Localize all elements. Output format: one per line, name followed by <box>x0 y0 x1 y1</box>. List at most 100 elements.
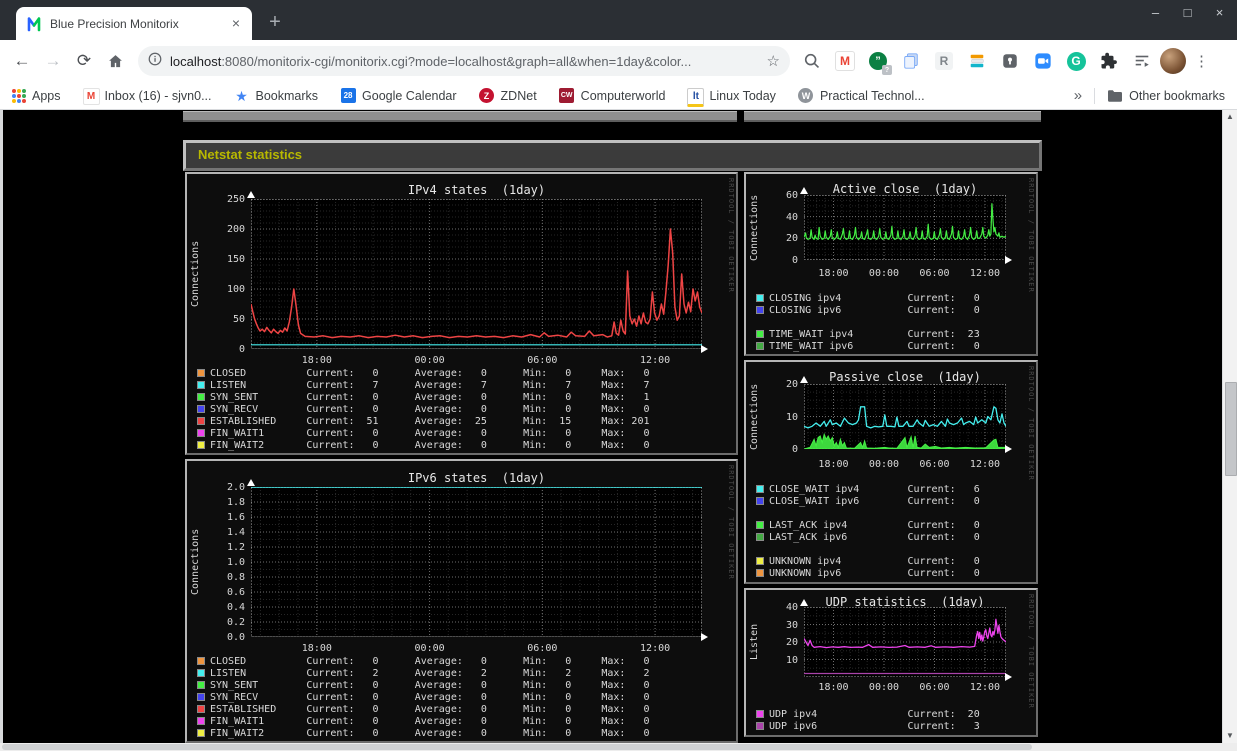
zoom-icon[interactable] <box>1031 49 1055 73</box>
legend-text: UNKNOWN ipv4 Current: 0 <box>769 555 980 567</box>
axis-arrow-up-icon <box>799 376 808 383</box>
bookmark-item-2[interactable]: ★ Bookmarks <box>234 88 319 104</box>
legend-row: LISTEN Current: 2 Average: 2 Min: 2 Max:… <box>197 667 730 679</box>
y-tick-label: 200 <box>226 224 245 235</box>
bookmark-label: ZDNet <box>500 88 537 103</box>
reload-icon[interactable]: ⟳ <box>70 47 98 75</box>
axis-arrow-right-icon <box>701 344 708 353</box>
hangouts-icon[interactable]: ”? <box>866 49 892 75</box>
other-bookmarks-button[interactable]: Other bookmarks <box>1107 88 1225 104</box>
puzzle-icon[interactable] <box>1097 49 1121 73</box>
window-close-icon[interactable]: × <box>1212 5 1227 20</box>
legend-row: CLOSE_WAIT ipv6 Current: 0 <box>756 495 1030 507</box>
legend-text: UDP ipv6 Current: 3 <box>769 720 980 732</box>
legend-swatch <box>756 497 764 505</box>
bookmark-label: Linux Today <box>709 88 776 103</box>
legend-text: CLOSING ipv4 Current: 0 <box>769 292 980 304</box>
y-tick-label: 250 <box>226 194 245 205</box>
vertical-scrollbar-thumb[interactable] <box>1225 382 1237 476</box>
y-tick-label: 0.0 <box>226 632 245 643</box>
legend-group: UNKNOWN ipv4 Current: 0 UNKNOWN ipv6 Curr… <box>756 555 1030 579</box>
legend-swatch <box>756 521 764 529</box>
password-icon[interactable] <box>998 49 1022 73</box>
x-tick-label: 12:00 <box>969 682 1001 693</box>
vertical-scrollbar[interactable]: ▲ ▼ <box>1222 110 1237 743</box>
tab-title: Blue Precision Monitorix <box>50 16 179 31</box>
legend-row: SYN_SENT Current: 0 Average: 0 Min: 0 Ma… <box>197 679 730 691</box>
copy-pages-icon[interactable] <box>899 49 923 73</box>
page-info-icon[interactable] <box>148 52 162 71</box>
bookmark-item-3[interactable]: 28 Google Calendar <box>340 88 457 104</box>
x-tick-label: 18:00 <box>301 355 332 366</box>
wordpress-icon: W <box>798 88 814 104</box>
chart-ipv6-states: IPv6 states (1day) Connections 0.0 0.2 0.4 0.… <box>187 461 736 741</box>
bookmark-item-5[interactable]: CW Computerworld <box>559 88 665 104</box>
back-icon[interactable]: ← <box>8 47 36 75</box>
legend-row: SYN_SENT Current: 0 Average: 0 Min: 0 Ma… <box>197 391 730 403</box>
y-tick-label: 0.4 <box>226 602 245 613</box>
gmail-icon[interactable]: M <box>833 49 857 73</box>
bookmark-star-icon[interactable]: ☆ <box>767 52 780 70</box>
legend-row: LAST_ACK ipv6 Current: 0 <box>756 531 1030 543</box>
search-icon[interactable] <box>800 49 824 73</box>
legend-text: TIME_WAIT ipv6 Current: 0 <box>769 340 980 352</box>
legend-row: ESTABLISHED Current: 51 Average: 25 Min:… <box>197 415 730 427</box>
other-bookmarks-label: Other bookmarks <box>1129 88 1225 103</box>
legend-swatch <box>197 717 205 725</box>
horizontal-scrollbar[interactable] <box>0 743 1237 751</box>
window-maximize-icon[interactable]: □ <box>1180 5 1195 20</box>
axis-arrow-up-icon <box>246 191 255 198</box>
bookmark-item-1[interactable]: M Inbox (16) - sjvn0... <box>82 87 212 105</box>
legend-swatch <box>756 485 764 493</box>
y-tick-label: 20 <box>785 233 798 245</box>
chart-title: Active close (1day) <box>832 182 978 196</box>
legend-row: FIN_WAIT2 Current: 0 Average: 0 Min: 0 M… <box>197 727 730 739</box>
scroll-down-icon[interactable]: ▼ <box>1223 729 1237 743</box>
apps-dot <box>17 88 21 93</box>
home-icon[interactable] <box>101 47 129 75</box>
legend-text: SYN_RECV Current: 0 Average: 0 Min: 0 Ma… <box>210 403 650 415</box>
legend-swatch <box>756 722 764 730</box>
y-tick-label: 0 <box>238 344 245 355</box>
bookmarks-divider <box>1094 87 1096 104</box>
chart-title: Passive close (1day) <box>829 370 981 384</box>
bookmark-item-4[interactable]: Z ZDNet <box>479 88 537 104</box>
legend-text: CLOSED Current: 0 Average: 0 Min: 0 Max:… <box>210 655 650 667</box>
legend-swatch <box>756 533 764 541</box>
x-tick-label: 06:00 <box>919 682 950 693</box>
legend-swatch <box>756 557 764 565</box>
y-tick-label: 1.8 <box>226 497 245 508</box>
axis-arrow-right-icon <box>1005 255 1012 264</box>
bookmark-item-0[interactable]: Apps <box>12 88 61 103</box>
legend-swatch <box>756 306 764 314</box>
horizontal-scrollbar-thumb[interactable] <box>2 744 1032 750</box>
y-tick-label: 40 <box>785 602 798 613</box>
browser-menu-icon[interactable]: ⋮ <box>1194 52 1209 70</box>
forward-icon[interactable]: → <box>39 47 67 75</box>
bookmarks-overflow-icon[interactable]: » <box>1074 87 1082 104</box>
x-tick-label: 06:00 <box>527 643 558 654</box>
media-list-icon[interactable] <box>1130 49 1154 73</box>
new-tab-button[interactable]: + <box>262 10 288 36</box>
books-icon[interactable] <box>965 49 989 73</box>
profile-avatar[interactable] <box>1160 48 1186 74</box>
legend-text: UNKNOWN ipv6 Current: 0 <box>769 567 980 579</box>
url-text[interactable]: localhost:8080/monitorix-cgi/monitorix.c… <box>170 54 759 69</box>
legend-row: CLOSED Current: 0 Average: 0 Min: 0 Max:… <box>197 367 730 379</box>
scroll-up-icon[interactable]: ▲ <box>1223 110 1237 124</box>
bookmark-item-7[interactable]: W Practical Technol... <box>798 88 925 104</box>
grammarly-icon[interactable]: G <box>1064 49 1088 73</box>
legend-row: UDP ipv4 Current: 20 <box>756 708 1030 720</box>
window-minimize-icon[interactable]: – <box>1148 5 1163 20</box>
tab-close-icon[interactable]: × <box>228 15 244 32</box>
axis-arrow-right-icon <box>1005 444 1012 453</box>
x-tick-label: 18:00 <box>818 268 849 279</box>
bookmark-label: Bookmarks <box>255 88 319 103</box>
legend-swatch <box>197 729 205 737</box>
browser-tab[interactable]: Blue Precision Monitorix × <box>16 7 252 40</box>
address-bar[interactable]: localhost:8080/monitorix-cgi/monitorix.c… <box>138 46 790 76</box>
legend-group: CLOSE_WAIT ipv4 Current: 6 CLOSE_WAIT ipv… <box>756 483 1030 507</box>
bookmark-item-6[interactable]: lt Linux Today <box>687 87 776 107</box>
y-tick-label: 0.2 <box>226 617 245 628</box>
r-extension-icon[interactable]: R <box>932 49 956 73</box>
